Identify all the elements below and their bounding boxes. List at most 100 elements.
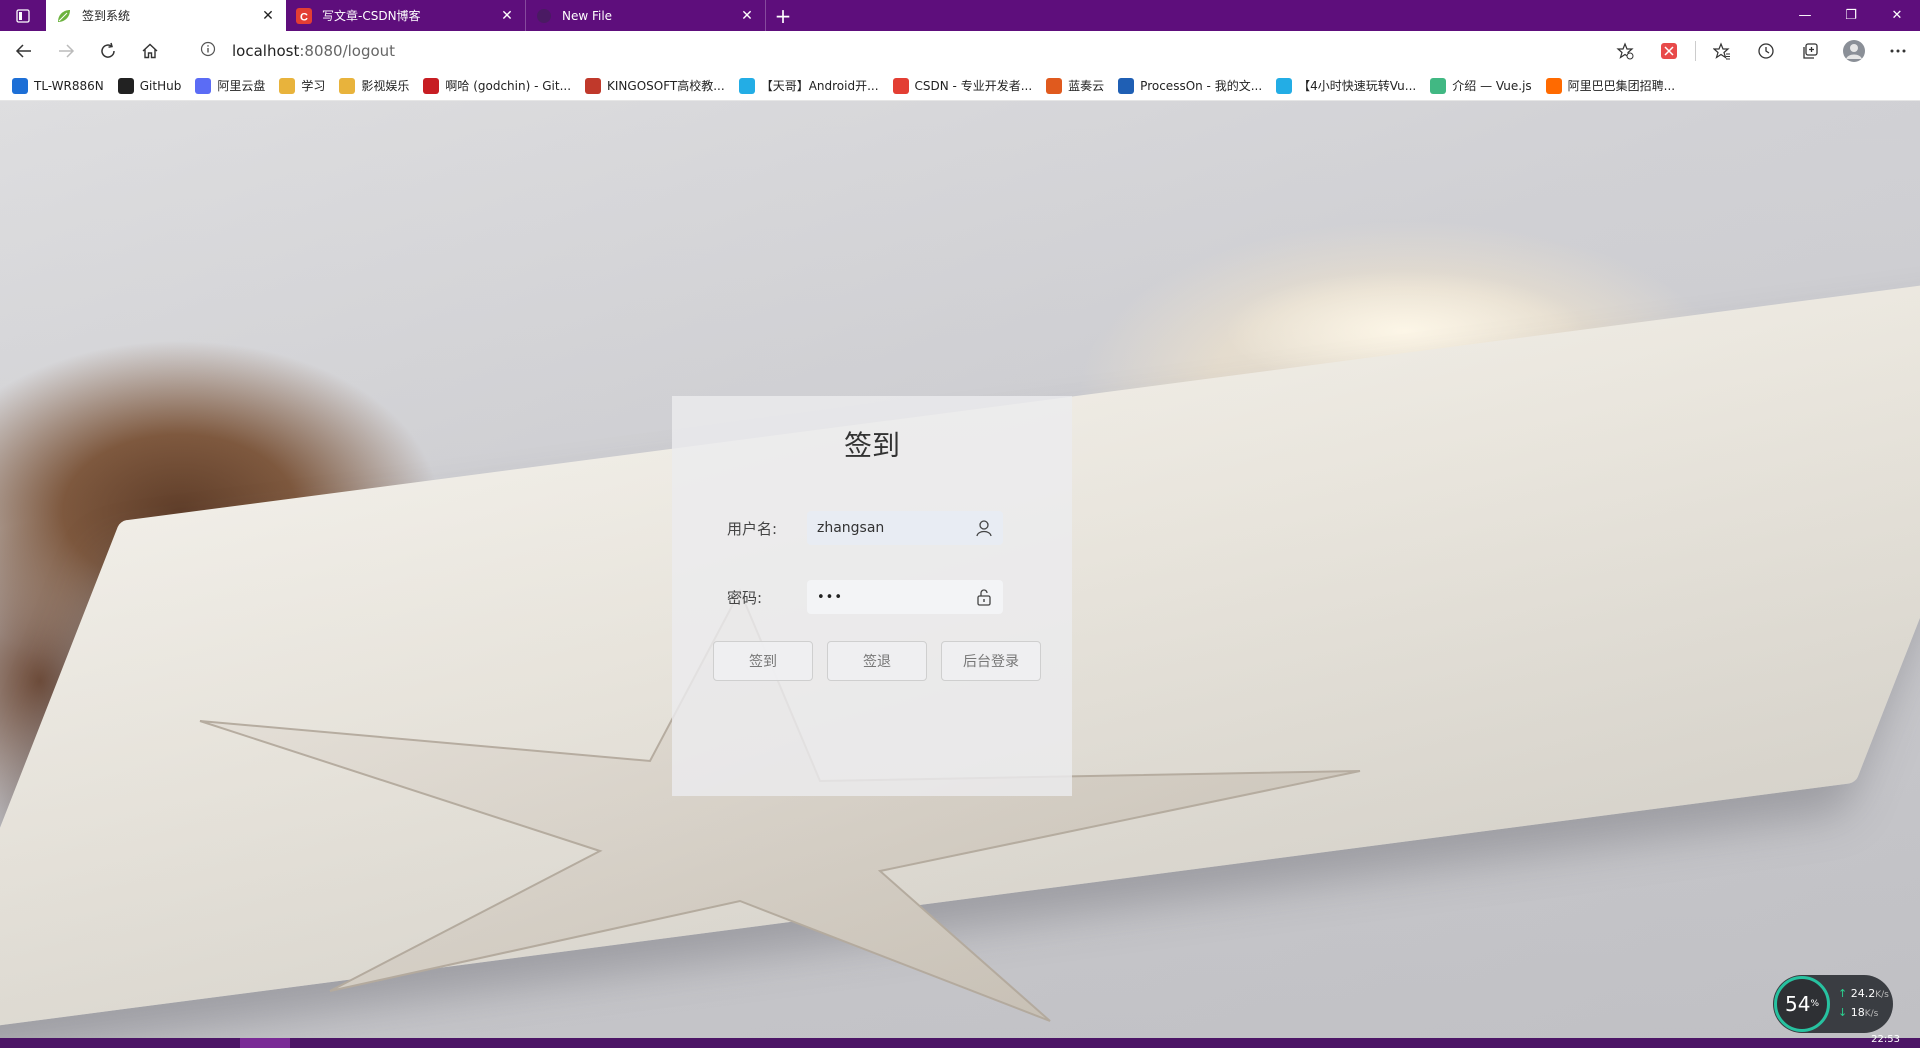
tab-title: 写文章-CSDN博客 [322, 9, 421, 23]
upload-rate: 24.2 [1850, 987, 1876, 1000]
new-tab-button[interactable]: + [766, 0, 800, 31]
folder-icon [279, 77, 296, 94]
url-host: localhost [232, 42, 300, 60]
github-icon [117, 77, 134, 94]
tab-sign-in-system[interactable]: 签到系统 ✕ [46, 0, 286, 31]
taskbar-clock: 22:53 [1871, 1034, 1900, 1045]
tab-new-file[interactable]: New File ✕ [526, 0, 766, 31]
taskbar: 22:53 [0, 1034, 1920, 1048]
username-field[interactable] [807, 511, 1003, 545]
cpu-gauge: 54% [1774, 976, 1830, 1032]
bookmark-label: ProcessOn - 我的文... [1140, 79, 1263, 93]
checkin-button[interactable]: 签到 [713, 641, 813, 681]
checkout-button[interactable]: 签退 [827, 641, 927, 681]
bookmark-label: 介绍 — Vue.js [1452, 79, 1532, 93]
button-group: 签到 签退 后台登录 [713, 641, 1041, 681]
bookmark-label: 【天哥】Android开... [760, 79, 879, 93]
bookmark-label: 【4小时快速玩转Vu... [1298, 79, 1417, 93]
network-rates: ↑ 24.2K/s ↓ 18K/s [1838, 985, 1889, 1023]
forward-icon[interactable] [48, 33, 84, 69]
password-row: 密码: ••• [727, 580, 1003, 614]
password-field[interactable]: ••• [807, 580, 1003, 614]
sign-in-card: 签到 用户名: 密码: ••• 签到 签退 后台登录 [672, 396, 1072, 796]
tab-csdn[interactable]: C 写文章-CSDN博客 ✕ [286, 0, 526, 31]
file-favicon-icon [536, 8, 552, 24]
bookmark-item[interactable]: GitHub [117, 77, 181, 94]
browser-toolbar: localhost:8080/logout [0, 31, 1920, 71]
cpu-value: 54 [1784, 992, 1811, 1016]
bookmark-item[interactable]: 阿里云盘 [195, 77, 265, 94]
page-background: 签到 用户名: 密码: ••• 签到 签退 后台登录 [0, 101, 1920, 1038]
close-window-icon[interactable]: ✕ [1874, 0, 1920, 31]
cpu-unit: % [1810, 999, 1819, 1009]
alibaba-icon [1545, 77, 1562, 94]
upload-arrow-icon: ↑ [1838, 987, 1848, 1000]
upload-unit: K/s [1875, 990, 1889, 1000]
username-input[interactable] [817, 520, 967, 536]
lanzou-icon [1046, 77, 1063, 94]
bilibili-icon [738, 77, 755, 94]
password-input[interactable]: ••• [817, 590, 843, 605]
gitee-icon [423, 77, 440, 94]
tab-title: 签到系统 [82, 9, 131, 23]
bookmark-label: 阿里巴巴集团招聘... [1567, 79, 1676, 93]
favorites-icon[interactable] [1700, 31, 1744, 71]
tab-close-icon[interactable]: ✕ [739, 8, 755, 24]
more-options-icon[interactable] [1876, 31, 1920, 71]
csdn-icon [892, 77, 909, 94]
minimize-icon[interactable]: — [1782, 0, 1828, 31]
user-icon [975, 519, 993, 541]
download-rate: 18 [1850, 1006, 1865, 1019]
bookmark-item[interactable]: 蓝奏云 [1046, 77, 1104, 94]
site-info-icon[interactable] [200, 41, 220, 61]
bookmarks-bar: TL-WR886N GitHub 阿里云盘 学习 影视娱乐 啊哈 (godchin) - … [0, 71, 1920, 101]
bookmark-label: 影视娱乐 [361, 79, 410, 93]
tab-close-icon[interactable]: ✕ [499, 8, 515, 24]
avatar[interactable] [1832, 31, 1876, 71]
restore-icon[interactable]: ❐ [1828, 0, 1874, 31]
bookmark-label: KINGOSOFT高校教... [607, 79, 725, 93]
taskbar-active-app[interactable] [240, 1038, 290, 1048]
address-bar[interactable]: localhost:8080/logout [188, 35, 1623, 67]
bookmark-item[interactable]: CSDN - 专业开发者... [892, 77, 1033, 94]
tab-actions-icon[interactable] [0, 0, 46, 31]
add-favorite-icon[interactable] [1603, 31, 1647, 71]
svg-text:C: C [300, 11, 308, 23]
bookmark-item[interactable]: 啊哈 (godchin) - Git... [423, 77, 571, 94]
extension-icon[interactable] [1647, 31, 1691, 71]
window-controls: — ❐ ✕ [1782, 0, 1920, 31]
processon-icon [1118, 77, 1135, 94]
bookmark-item[interactable]: ProcessOn - 我的文... [1118, 77, 1262, 94]
bookmark-item[interactable]: 阿里巴巴集团招聘... [1545, 77, 1676, 94]
download-unit: K/s [1864, 1009, 1879, 1019]
refresh-icon[interactable] [90, 33, 126, 69]
bookmark-item[interactable]: 介绍 — Vue.js [1430, 77, 1532, 94]
collections-icon[interactable] [1788, 31, 1832, 71]
tp-link-icon [12, 77, 28, 94]
bookmark-item[interactable]: 【4小时快速玩转Vu... [1276, 77, 1416, 94]
username-row: 用户名: [727, 511, 1003, 545]
username-label: 用户名: [727, 519, 778, 538]
tab-close-icon[interactable]: ✕ [260, 8, 276, 24]
page-title: 签到 [843, 429, 900, 462]
bookmark-item[interactable]: 学习 [279, 77, 325, 94]
toolbar-divider [1695, 41, 1696, 61]
bookmark-item[interactable]: TL-WR886N [12, 77, 104, 94]
bookmark-label: CSDN - 专业开发者... [914, 79, 1033, 93]
network-monitor-widget[interactable]: 54% ↑ 24.2K/s ↓ 18K/s [1773, 975, 1893, 1033]
bookmark-label: 啊哈 (godchin) - Git... [445, 79, 572, 93]
url-path: :8080/logout [299, 42, 396, 60]
bookmark-item[interactable]: 【天哥】Android开... [738, 77, 879, 94]
bookmark-label: 蓝奏云 [1068, 79, 1105, 93]
home-icon[interactable] [132, 33, 168, 69]
back-icon[interactable] [6, 33, 42, 69]
history-icon[interactable] [1744, 31, 1788, 71]
bilibili-icon [1276, 77, 1293, 94]
admin-login-button[interactable]: 后台登录 [941, 641, 1041, 681]
lock-icon [975, 588, 993, 610]
kingosoft-icon [585, 77, 602, 94]
bookmark-item[interactable]: KINGOSOFT高校教... [585, 77, 725, 94]
leaf-favicon-icon [56, 8, 72, 24]
csdn-favicon-icon: C [296, 7, 312, 24]
bookmark-item[interactable]: 影视娱乐 [339, 77, 409, 94]
